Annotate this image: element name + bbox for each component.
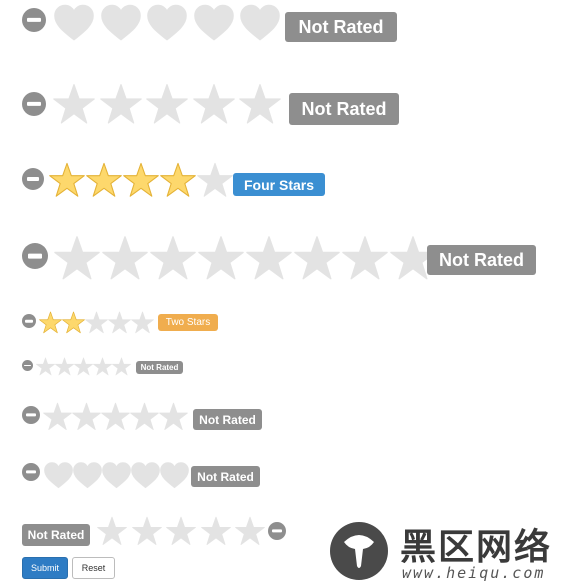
clear-rating-button[interactable] [268, 522, 286, 540]
empty-star-icon[interactable] [99, 83, 142, 125]
empty-star-icon[interactable] [72, 402, 101, 431]
empty-heart-icon[interactable] [131, 461, 160, 490]
empty-star-icon[interactable] [93, 357, 112, 376]
empty-star-icon[interactable] [294, 235, 340, 281]
filled-star-icon[interactable] [62, 311, 85, 334]
empty-star-icon[interactable] [108, 311, 131, 334]
empty-star-icon[interactable] [146, 83, 188, 125]
submit-button[interactable]: Submit [22, 557, 68, 579]
empty-star-icon[interactable] [74, 357, 93, 376]
empty-star-icon[interactable] [200, 516, 231, 546]
clear-rating-button[interactable] [22, 168, 44, 190]
rating-status-badge: Not Rated [289, 93, 399, 125]
filled-star-icon[interactable] [86, 162, 122, 198]
clear-rating-button[interactable] [22, 92, 46, 116]
empty-star-icon[interactable] [55, 357, 74, 376]
rating-status-badge: Not Rated [136, 361, 183, 374]
filled-star-icon[interactable] [49, 162, 85, 198]
filled-star-icon[interactable] [123, 162, 159, 198]
rating-status-badge: Two Stars [158, 314, 218, 331]
clear-rating-button[interactable] [22, 360, 33, 371]
empty-star-icon[interactable] [150, 235, 196, 281]
empty-heart-icon[interactable] [54, 3, 94, 43]
watermark: 黑区网络 www.heiqu.com [330, 518, 560, 584]
clear-rating-button[interactable] [22, 8, 46, 32]
empty-star-icon[interactable] [112, 357, 131, 376]
empty-star-icon[interactable] [198, 235, 244, 281]
empty-star-icon[interactable] [131, 516, 162, 546]
empty-heart-icon[interactable] [100, 3, 141, 43]
rating-status-badge: Four Stars [233, 173, 325, 196]
filled-star-icon[interactable] [160, 162, 196, 198]
empty-star-icon[interactable] [43, 402, 72, 431]
empty-star-icon[interactable] [36, 357, 55, 376]
empty-star-icon[interactable] [342, 235, 388, 281]
empty-heart-icon[interactable] [102, 461, 131, 490]
empty-star-icon[interactable] [131, 311, 154, 334]
watermark-subtitle: www.heiqu.com [402, 564, 546, 582]
empty-star-icon[interactable] [166, 516, 196, 546]
empty-heart-icon[interactable] [44, 461, 73, 490]
heiqu-logo-icon [330, 522, 388, 580]
empty-star-icon[interactable] [54, 235, 100, 281]
empty-star-icon[interactable] [159, 402, 188, 431]
empty-star-icon[interactable] [197, 162, 233, 198]
empty-heart-icon[interactable] [160, 461, 189, 490]
empty-star-icon[interactable] [85, 311, 108, 334]
empty-heart-icon[interactable] [240, 3, 280, 43]
empty-star-icon[interactable] [130, 402, 159, 431]
clear-rating-button[interactable] [22, 314, 36, 328]
empty-heart-icon[interactable] [193, 3, 234, 43]
clear-rating-button[interactable] [22, 463, 40, 481]
clear-rating-button[interactable] [22, 243, 48, 269]
empty-star-icon[interactable] [235, 516, 265, 546]
rating-status-badge: Not Rated [193, 409, 262, 430]
reset-button[interactable]: Reset [72, 557, 115, 579]
rating-status-badge: Not Rated [427, 245, 536, 275]
empty-star-icon[interactable] [53, 83, 95, 125]
rating-status-badge: Not Rated [285, 12, 397, 42]
empty-star-icon[interactable] [102, 235, 148, 281]
filled-star-icon[interactable] [39, 311, 62, 334]
rating-status-badge: Not Rated [191, 466, 260, 487]
rating-status-badge: Not Rated [22, 524, 90, 546]
empty-heart-icon[interactable] [73, 461, 102, 490]
empty-star-icon[interactable] [192, 83, 235, 125]
empty-star-icon[interactable] [97, 516, 127, 546]
empty-heart-icon[interactable] [147, 3, 187, 43]
watermark-title: 黑区网络 [400, 527, 553, 568]
clear-rating-button[interactable] [22, 406, 40, 424]
empty-star-icon[interactable] [246, 235, 292, 281]
empty-star-icon[interactable] [101, 402, 130, 431]
empty-star-icon[interactable] [239, 83, 281, 125]
